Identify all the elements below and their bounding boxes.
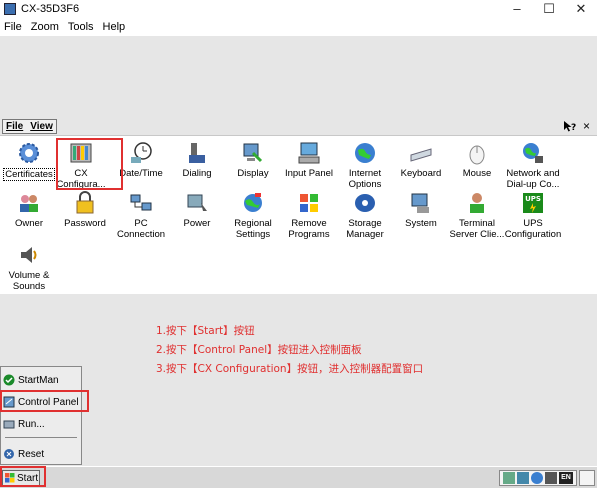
minimize-button[interactable]: – xyxy=(501,0,533,18)
maximize-button[interactable]: ☐ xyxy=(533,0,565,18)
cp-item-certificates[interactable]: Certificates xyxy=(0,140,58,181)
pc-connection-icon xyxy=(128,190,154,216)
cp-item-terminal-server-client[interactable]: Terminal Server Clie... xyxy=(448,190,506,240)
control-panel-window: Certificates CX Configura... Date/Time D… xyxy=(0,136,597,294)
svg-text:?: ? xyxy=(571,123,576,133)
control-panel-menubar: File View ? × xyxy=(0,118,597,136)
cp-item-remove-programs[interactable]: Remove Programs xyxy=(280,190,338,240)
instruction-step-2: 2.按下【Control Panel】按钮进入控制面板 xyxy=(156,344,362,356)
globe-tray-icon[interactable] xyxy=(531,472,543,484)
terminal-icon xyxy=(464,190,490,216)
cp-item-storage-manager[interactable]: Storage Manager xyxy=(336,190,394,240)
start-menu-startman[interactable]: StartMan xyxy=(3,371,59,389)
network-tray-icon[interactable] xyxy=(503,472,515,484)
cp-item-power[interactable]: Power xyxy=(168,190,226,229)
cp-item-pc-connection[interactable]: PC Connection xyxy=(112,190,170,240)
regional-icon xyxy=(240,190,266,216)
start-menu-control-panel[interactable]: Control Panel xyxy=(3,393,79,411)
startman-icon xyxy=(3,374,15,386)
user-tray-icon[interactable] xyxy=(545,472,557,484)
menu-file[interactable]: File xyxy=(4,21,22,33)
menu-zoom[interactable]: Zoom xyxy=(31,21,59,33)
users-icon xyxy=(16,190,42,216)
volume-icon xyxy=(16,242,42,268)
taskbar: Start EN xyxy=(0,466,597,488)
cp-item-cx-configuration[interactable]: CX Configura... xyxy=(52,140,110,190)
svg-text:UPS: UPS xyxy=(525,195,541,203)
start-menu-run[interactable]: Run... xyxy=(3,415,45,433)
globe-icon xyxy=(352,140,378,166)
window-title: CX-35D3F6 xyxy=(21,3,80,15)
cp-item-password[interactable]: Password xyxy=(56,190,114,229)
show-desktop-icon[interactable] xyxy=(579,470,595,486)
run-icon xyxy=(3,418,15,430)
cp-menu-file[interactable]: File xyxy=(6,121,23,132)
keyboard-panel-icon xyxy=(296,140,322,166)
cp-item-internet-options[interactable]: Internet Options xyxy=(336,140,394,190)
network-icon xyxy=(520,140,546,166)
host-menu-bar: File Zoom Tools Help xyxy=(0,18,597,36)
menu-help[interactable]: Help xyxy=(103,21,126,33)
control-panel-icon xyxy=(3,396,15,408)
app-icon xyxy=(4,3,16,15)
host-title-bar: CX-35D3F6 – ☐ ✕ xyxy=(0,0,597,18)
cp-item-volume-sounds[interactable]: Volume & Sounds xyxy=(0,242,58,292)
power-icon xyxy=(184,190,210,216)
menu-tools[interactable]: Tools xyxy=(68,21,94,33)
system-icon xyxy=(408,190,434,216)
system-tray: EN xyxy=(499,470,577,486)
start-button[interactable]: Start xyxy=(2,470,40,486)
window-controls: – ☐ ✕ xyxy=(501,0,597,18)
clock-icon xyxy=(128,140,154,166)
remove-programs-icon xyxy=(296,190,322,216)
cp-item-display[interactable]: Display xyxy=(224,140,282,179)
cp-item-dialing[interactable]: Dialing xyxy=(168,140,226,179)
close-button[interactable]: ✕ xyxy=(565,0,597,18)
help-icon[interactable]: ? xyxy=(562,119,577,134)
lock-icon xyxy=(72,190,98,216)
cp-close-button[interactable]: × xyxy=(579,119,594,134)
cp-item-network-dialup[interactable]: Network and Dial-up Co... xyxy=(504,140,562,190)
cp-item-owner[interactable]: Owner xyxy=(0,190,58,229)
cp-item-regional-settings[interactable]: Regional Settings xyxy=(224,190,282,240)
gear-icon xyxy=(16,140,42,166)
connection-tray-icon[interactable] xyxy=(517,472,529,484)
storage-icon xyxy=(352,190,378,216)
cp-item-mouse[interactable]: Mouse xyxy=(448,140,506,179)
mouse-icon xyxy=(464,140,490,166)
language-indicator[interactable]: EN xyxy=(559,472,573,484)
instruction-step-3: 3.按下【CX Configuration】按钮，进入控制器配置窗口 xyxy=(156,363,424,375)
display-icon xyxy=(240,140,266,166)
instruction-step-1: 1.按下【Start】按钮 xyxy=(156,325,255,337)
desktop-area xyxy=(0,36,597,118)
module-rack-icon xyxy=(68,140,94,166)
cp-menu-view[interactable]: View xyxy=(30,121,53,132)
instruction-steps: 1.按下【Start】按钮 2.按下【Control Panel】按钮进入控制面… xyxy=(156,322,423,379)
control-panel-menu: File View xyxy=(2,119,57,134)
cp-item-ups-configuration[interactable]: UPS UPS Configuration xyxy=(504,190,562,240)
desktop-area-lower xyxy=(0,294,597,466)
windows-logo-icon xyxy=(5,473,15,483)
cp-item-date-time[interactable]: Date/Time xyxy=(112,140,170,179)
keyboard-icon xyxy=(408,140,434,166)
cp-item-system[interactable]: System xyxy=(392,190,450,229)
reset-icon xyxy=(3,448,15,460)
start-menu: StartMan Control Panel Run... Reset xyxy=(0,366,82,465)
start-menu-separator xyxy=(5,437,77,438)
cp-item-keyboard[interactable]: Keyboard xyxy=(392,140,450,179)
cp-item-input-panel[interactable]: Input Panel xyxy=(280,140,338,179)
phone-icon xyxy=(184,140,210,166)
ups-icon: UPS xyxy=(520,190,546,216)
start-menu-reset[interactable]: Reset xyxy=(3,445,44,463)
